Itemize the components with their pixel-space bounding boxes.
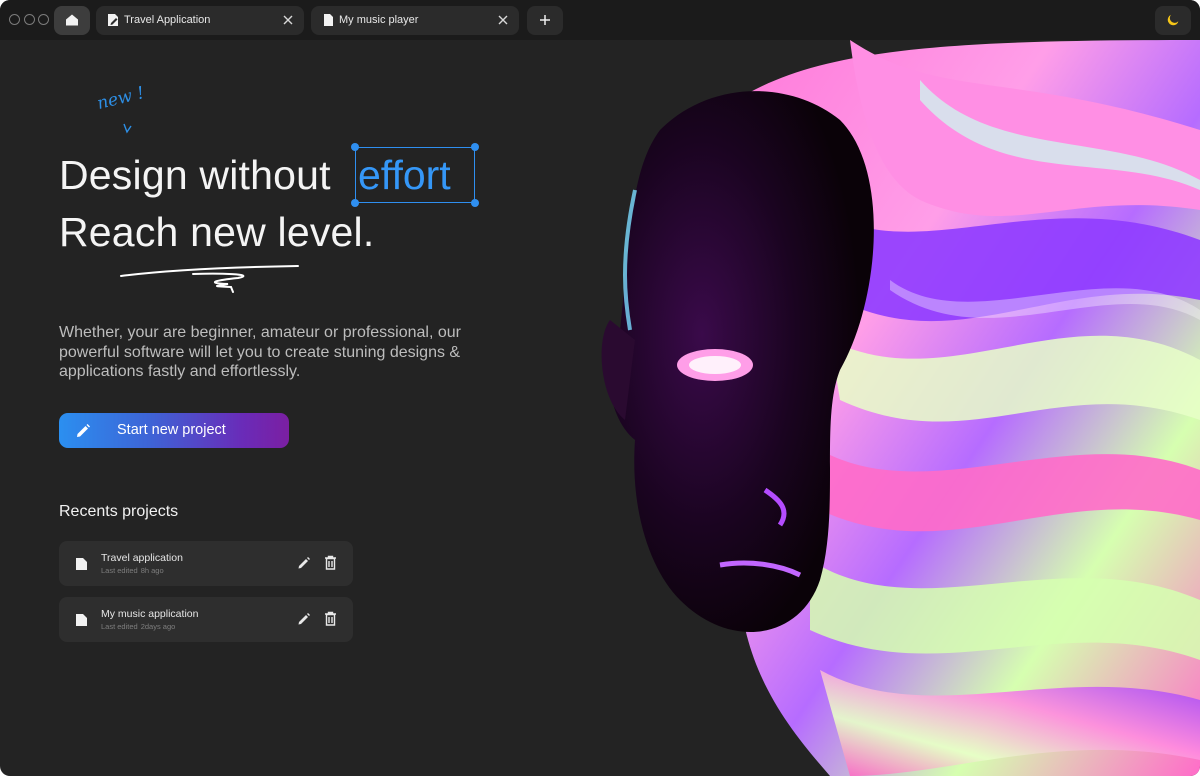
trash-icon[interactable] [324,611,337,626]
tab-label: My music player [339,14,419,26]
recents-title: Recents projects [59,503,179,520]
new-tab-button[interactable] [527,6,563,35]
hero-subtitle: Whether, your are beginner, amateur or p… [59,324,461,380]
resize-handle[interactable] [471,143,479,151]
close-icon[interactable] [282,14,294,26]
moon-icon [1167,14,1179,26]
underline-scribble [120,265,299,293]
start-new-project-label: Start new project [117,422,226,438]
home-icon [66,14,78,26]
project-card-my-music-application[interactable]: My music application Last edited 2days ag… [59,597,353,642]
resize-handle[interactable] [351,199,359,207]
meta-time: 2days ago [140,622,176,631]
arrow-down-icon [123,123,132,134]
document-edit-icon [108,14,118,26]
pencil-icon [77,424,90,437]
resize-handle[interactable] [471,199,479,207]
close-icon[interactable] [497,14,509,26]
home-tab[interactable] [54,6,90,35]
trash-icon[interactable] [324,555,337,570]
plus-icon [540,15,550,25]
edit-icon[interactable] [297,612,311,626]
tab-label: Travel Application [124,14,211,26]
tab-travel-application[interactable]: Travel Application [96,6,304,35]
window-minimize-control[interactable] [24,14,35,25]
meta-label: Last edited [101,566,138,575]
tab-my-music-player[interactable]: My music player [311,6,519,35]
document-icon [76,614,87,626]
project-name: Travel application [101,552,183,564]
tab-bar: Travel Application My music player [0,0,1200,40]
window-close-control[interactable] [9,14,20,25]
project-meta: Last edited 2days ago [101,622,178,631]
theme-toggle-button[interactable] [1155,6,1191,35]
document-icon [76,558,87,570]
edit-icon[interactable] [297,556,311,570]
project-meta: Last edited 8h ago [101,566,167,575]
headline-line-1: Design without [59,152,331,198]
app-window: Travel Application My music player new !… [0,0,1200,776]
document-icon [324,14,333,26]
resize-handle[interactable] [351,143,359,151]
selection-box[interactable] [351,143,479,207]
start-new-project-button[interactable]: Start new project [59,413,289,448]
project-name: My music application [101,608,199,620]
new-annotation: new ! [95,83,147,114]
hero-illustration [601,40,1200,776]
headline-line-2: Reach new level. [59,209,375,255]
meta-time: 8h ago [140,566,164,575]
window-maximize-control[interactable] [38,14,49,25]
meta-label: Last edited [101,622,138,631]
project-card-travel-application[interactable]: Travel application Last edited 8h ago [59,541,353,586]
